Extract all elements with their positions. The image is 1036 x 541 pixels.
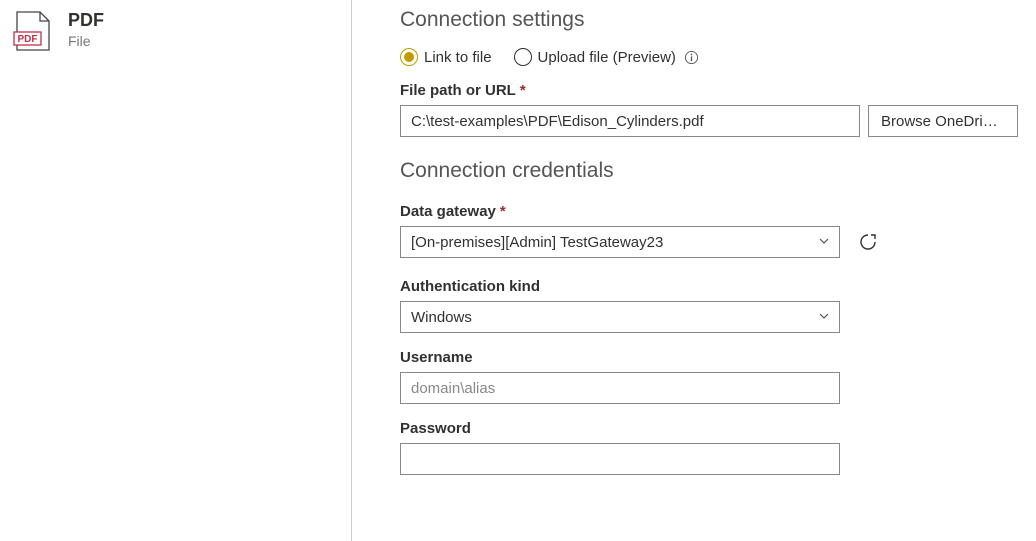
data-gateway-select[interactable]: [On-premises][Admin] TestGateway23 — [400, 226, 840, 258]
radio-upload-label: Upload file (Preview) — [538, 49, 676, 66]
file-path-label: File path or URL* — [400, 82, 1018, 99]
radio-upload-file[interactable]: Upload file (Preview) — [514, 48, 699, 66]
password-input[interactable] — [400, 443, 840, 475]
username-input[interactable] — [400, 372, 840, 404]
password-label: Password — [400, 420, 1018, 437]
info-icon[interactable] — [684, 50, 699, 65]
refresh-gateway-button[interactable] — [854, 228, 882, 256]
file-path-input[interactable] — [400, 105, 860, 137]
left-panel: PDF PDF File — [0, 0, 352, 541]
data-gateway-label: Data gateway* — [400, 203, 1018, 220]
auth-kind-select[interactable]: Windows — [400, 301, 840, 333]
pdf-file-icon: PDF — [12, 10, 54, 52]
required-asterisk: * — [520, 82, 526, 99]
radio-link-label: Link to file — [424, 49, 492, 66]
connector-subtitle: File — [68, 33, 104, 49]
radio-button-icon — [400, 48, 418, 66]
connector-title-block: PDF File — [68, 10, 104, 49]
section-header-settings: Connection settings — [400, 8, 1018, 32]
refresh-icon — [858, 232, 878, 252]
auth-kind-label: Authentication kind — [400, 278, 1018, 295]
username-label: Username — [400, 349, 1018, 366]
svg-text:PDF: PDF — [18, 34, 38, 45]
radio-button-icon — [514, 48, 532, 66]
section-header-credentials: Connection credentials — [400, 159, 1018, 183]
required-asterisk: * — [500, 203, 506, 220]
browse-onedrive-button[interactable]: Browse OneDrive... — [868, 105, 1018, 137]
connector-header: PDF PDF File — [12, 10, 335, 52]
file-source-radio-group: Link to file Upload file (Preview) — [400, 48, 1018, 66]
right-panel: Connection settings Link to file Upload … — [352, 0, 1036, 541]
radio-link-to-file[interactable]: Link to file — [400, 48, 492, 66]
connector-title: PDF — [68, 10, 104, 32]
